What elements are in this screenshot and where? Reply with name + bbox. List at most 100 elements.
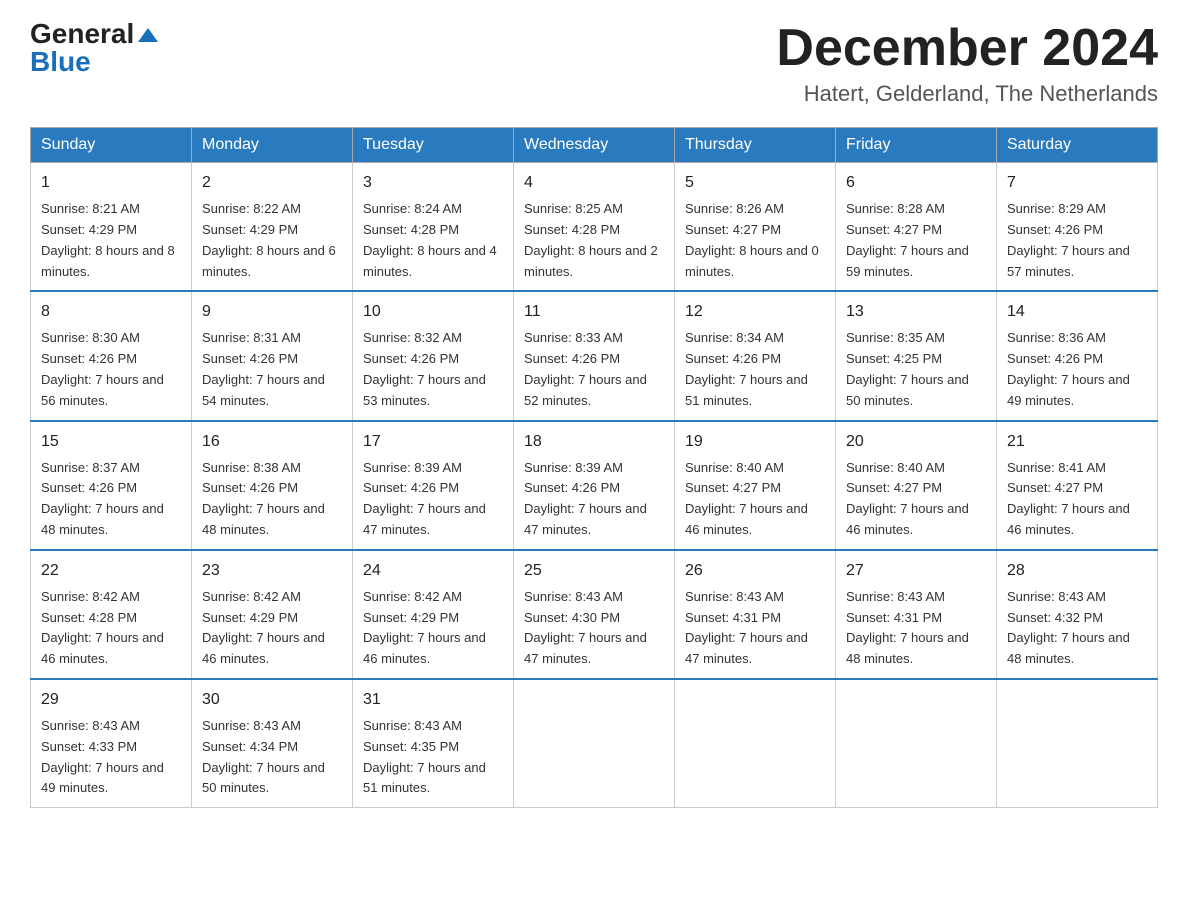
day-number: 14	[1007, 300, 1147, 324]
day-info: Sunrise: 8:30 AMSunset: 4:26 PMDaylight:…	[41, 330, 164, 407]
day-number: 26	[685, 559, 825, 583]
day-number: 24	[363, 559, 503, 583]
calendar-day-cell: 1 Sunrise: 8:21 AMSunset: 4:29 PMDaylight…	[31, 163, 192, 292]
day-number: 21	[1007, 430, 1147, 454]
logo: General Blue	[30, 20, 158, 76]
day-number: 7	[1007, 171, 1147, 195]
header-day-saturday: Saturday	[997, 128, 1158, 163]
calendar-day-cell: 11Sunrise: 8:33 AMSunset: 4:26 PMDayligh…	[514, 291, 675, 420]
calendar-day-cell: 7Sunrise: 8:29 AMSunset: 4:26 PMDaylight…	[997, 163, 1158, 292]
day-number: 1	[41, 171, 181, 195]
calendar-week-row: 1 Sunrise: 8:21 AMSunset: 4:29 PMDaylight…	[31, 163, 1158, 292]
day-number: 13	[846, 300, 986, 324]
day-info: Sunrise: 8:38 AMSunset: 4:26 PMDaylight:…	[202, 460, 325, 537]
day-info: Sunrise: 8:43 AMSunset: 4:34 PMDaylight:…	[202, 718, 325, 795]
logo-general-text: General	[30, 20, 134, 48]
day-info: Sunrise: 8:22 AMSunset: 4:29 PMDaylight:…	[202, 201, 336, 278]
day-number: 4	[524, 171, 664, 195]
calendar-week-row: 15Sunrise: 8:37 AMSunset: 4:26 PMDayligh…	[31, 421, 1158, 550]
day-info: Sunrise: 8:42 AMSunset: 4:29 PMDaylight:…	[363, 589, 486, 666]
calendar-day-cell: 6 Sunrise: 8:28 AMSunset: 4:27 PMDaylight…	[836, 163, 997, 292]
day-info: Sunrise: 8:43 AMSunset: 4:32 PMDaylight:…	[1007, 589, 1130, 666]
day-number: 18	[524, 430, 664, 454]
day-number: 6	[846, 171, 986, 195]
logo-blue-text: Blue	[30, 48, 91, 76]
day-info: Sunrise: 8:28 AMSunset: 4:27 PMDaylight:…	[846, 201, 969, 278]
day-number: 9	[202, 300, 342, 324]
calendar-day-cell	[675, 679, 836, 808]
calendar-day-cell: 13 Sunrise: 8:35 AMSunset: 4:25 PMDayligh…	[836, 291, 997, 420]
title-block: December 2024 Hatert, Gelderland, The Ne…	[776, 20, 1158, 107]
calendar-day-cell: 28 Sunrise: 8:43 AMSunset: 4:32 PMDayligh…	[997, 550, 1158, 679]
day-info: Sunrise: 8:40 AMSunset: 4:27 PMDaylight:…	[846, 460, 969, 537]
calendar-day-cell: 10 Sunrise: 8:32 AMSunset: 4:26 PMDayligh…	[353, 291, 514, 420]
calendar-day-cell: 2 Sunrise: 8:22 AMSunset: 4:29 PMDaylight…	[192, 163, 353, 292]
calendar-day-cell: 8 Sunrise: 8:30 AMSunset: 4:26 PMDaylight…	[31, 291, 192, 420]
header-day-monday: Monday	[192, 128, 353, 163]
day-info: Sunrise: 8:43 AMSunset: 4:31 PMDaylight:…	[685, 589, 808, 666]
day-info: Sunrise: 8:37 AMSunset: 4:26 PMDaylight:…	[41, 460, 164, 537]
calendar-day-cell: 22 Sunrise: 8:42 AMSunset: 4:28 PMDayligh…	[31, 550, 192, 679]
day-number: 12	[685, 300, 825, 324]
day-info: Sunrise: 8:39 AMSunset: 4:26 PMDaylight:…	[363, 460, 486, 537]
calendar-day-cell: 9 Sunrise: 8:31 AMSunset: 4:26 PMDaylight…	[192, 291, 353, 420]
day-number: 28	[1007, 559, 1147, 583]
day-info: Sunrise: 8:21 AMSunset: 4:29 PMDaylight:…	[41, 201, 175, 278]
calendar-table: SundayMondayTuesdayWednesdayThursdayFrid…	[30, 127, 1158, 808]
calendar-day-cell	[997, 679, 1158, 808]
day-info: Sunrise: 8:33 AMSunset: 4:26 PMDaylight:…	[524, 330, 647, 407]
calendar-day-cell: 21 Sunrise: 8:41 AMSunset: 4:27 PMDayligh…	[997, 421, 1158, 550]
day-number: 10	[363, 300, 503, 324]
day-number: 3	[363, 171, 503, 195]
day-info: Sunrise: 8:31 AMSunset: 4:26 PMDaylight:…	[202, 330, 325, 407]
day-info: Sunrise: 8:42 AMSunset: 4:28 PMDaylight:…	[41, 589, 164, 666]
day-number: 8	[41, 300, 181, 324]
calendar-week-row: 22 Sunrise: 8:42 AMSunset: 4:28 PMDayligh…	[31, 550, 1158, 679]
day-info: Sunrise: 8:32 AMSunset: 4:26 PMDaylight:…	[363, 330, 486, 407]
page-header: General Blue December 2024 Hatert, Gelde…	[30, 20, 1158, 107]
day-number: 19	[685, 430, 825, 454]
day-info: Sunrise: 8:35 AMSunset: 4:25 PMDaylight:…	[846, 330, 969, 407]
day-info: Sunrise: 8:34 AMSunset: 4:26 PMDaylight:…	[685, 330, 808, 407]
day-info: Sunrise: 8:25 AMSunset: 4:28 PMDaylight:…	[524, 201, 658, 278]
day-info: Sunrise: 8:24 AMSunset: 4:28 PMDaylight:…	[363, 201, 497, 278]
day-number: 31	[363, 688, 503, 712]
header-day-friday: Friday	[836, 128, 997, 163]
day-number: 29	[41, 688, 181, 712]
calendar-header-row: SundayMondayTuesdayWednesdayThursdayFrid…	[31, 128, 1158, 163]
day-number: 27	[846, 559, 986, 583]
calendar-day-cell: 27 Sunrise: 8:43 AMSunset: 4:31 PMDayligh…	[836, 550, 997, 679]
day-info: Sunrise: 8:40 AMSunset: 4:27 PMDaylight:…	[685, 460, 808, 537]
day-number: 16	[202, 430, 342, 454]
header-day-thursday: Thursday	[675, 128, 836, 163]
location-text: Hatert, Gelderland, The Netherlands	[776, 81, 1158, 107]
header-day-sunday: Sunday	[31, 128, 192, 163]
day-number: 5	[685, 171, 825, 195]
calendar-week-row: 29Sunrise: 8:43 AMSunset: 4:33 PMDayligh…	[31, 679, 1158, 808]
month-title: December 2024	[776, 20, 1158, 77]
calendar-day-cell: 20 Sunrise: 8:40 AMSunset: 4:27 PMDayligh…	[836, 421, 997, 550]
day-info: Sunrise: 8:39 AMSunset: 4:26 PMDaylight:…	[524, 460, 647, 537]
calendar-day-cell: 25Sunrise: 8:43 AMSunset: 4:30 PMDayligh…	[514, 550, 675, 679]
calendar-day-cell: 26 Sunrise: 8:43 AMSunset: 4:31 PMDayligh…	[675, 550, 836, 679]
day-info: Sunrise: 8:41 AMSunset: 4:27 PMDaylight:…	[1007, 460, 1130, 537]
day-number: 2	[202, 171, 342, 195]
day-number: 17	[363, 430, 503, 454]
calendar-day-cell: 18 Sunrise: 8:39 AMSunset: 4:26 PMDayligh…	[514, 421, 675, 550]
calendar-day-cell: 12 Sunrise: 8:34 AMSunset: 4:26 PMDayligh…	[675, 291, 836, 420]
day-number: 20	[846, 430, 986, 454]
calendar-day-cell	[836, 679, 997, 808]
calendar-day-cell	[514, 679, 675, 808]
day-info: Sunrise: 8:43 AMSunset: 4:31 PMDaylight:…	[846, 589, 969, 666]
calendar-day-cell: 23Sunrise: 8:42 AMSunset: 4:29 PMDayligh…	[192, 550, 353, 679]
day-info: Sunrise: 8:26 AMSunset: 4:27 PMDaylight:…	[685, 201, 819, 278]
calendar-day-cell: 24 Sunrise: 8:42 AMSunset: 4:29 PMDayligh…	[353, 550, 514, 679]
calendar-day-cell: 17 Sunrise: 8:39 AMSunset: 4:26 PMDayligh…	[353, 421, 514, 550]
day-number: 23	[202, 559, 342, 583]
header-day-wednesday: Wednesday	[514, 128, 675, 163]
day-number: 22	[41, 559, 181, 583]
day-info: Sunrise: 8:43 AMSunset: 4:30 PMDaylight:…	[524, 589, 647, 666]
calendar-day-cell: 4 Sunrise: 8:25 AMSunset: 4:28 PMDaylight…	[514, 163, 675, 292]
calendar-day-cell: 31Sunrise: 8:43 AMSunset: 4:35 PMDayligh…	[353, 679, 514, 808]
calendar-day-cell: 14Sunrise: 8:36 AMSunset: 4:26 PMDayligh…	[997, 291, 1158, 420]
